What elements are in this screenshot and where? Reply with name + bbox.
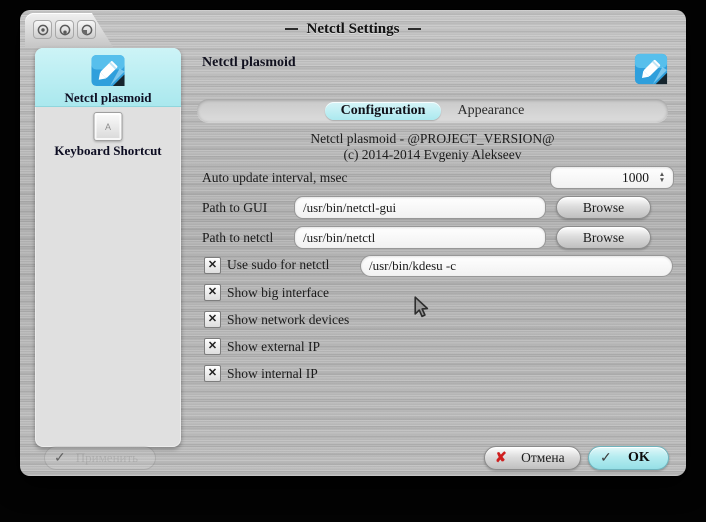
sidebar-item-keyboard-shortcut[interactable]: A Keyboard Shortcut <box>35 106 181 162</box>
netctl-path-input[interactable] <box>294 226 546 249</box>
netctl-path-label: Path to netctl <box>202 230 273 246</box>
pencil-icon <box>90 53 127 93</box>
show-external-ip-checkbox[interactable]: ✕ <box>204 338 221 355</box>
edit-pencil-button[interactable] <box>634 52 668 86</box>
titlebar: Netctl Settings <box>20 10 686 48</box>
ok-label: OK <box>621 450 657 466</box>
mouse-cursor <box>413 296 429 318</box>
cancel-button[interactable]: ✘ Отмена <box>484 446 581 470</box>
gui-browse-button[interactable]: Browse <box>556 196 651 219</box>
checkbox-x-icon: ✕ <box>208 314 217 325</box>
window-title: Netctl Settings <box>307 21 400 38</box>
cancel-label: Отмена <box>516 450 570 466</box>
gui-path-label: Path to GUI <box>202 200 267 216</box>
title-dash-right <box>408 28 421 30</box>
show-network-devices-label: Show network devices <box>227 312 349 328</box>
apply-button-disabled[interactable]: ✓ Применить <box>44 446 156 470</box>
sidebar-item-netctl-plasmoid[interactable]: Netctl plasmoid <box>35 48 181 107</box>
sidebar: Netctl plasmoid A Keyboard Shortcut <box>35 48 181 447</box>
spin-down-icon[interactable]: ▼ <box>659 178 665 184</box>
tab-appearance[interactable]: Appearance <box>441 102 540 120</box>
tabbar: Configuration Appearance <box>197 99 668 122</box>
sidebar-item-label: Keyboard Shortcut <box>35 143 181 159</box>
apply-label: Применить <box>76 450 138 466</box>
show-big-interface-label: Show big interface <box>227 285 329 301</box>
settings-window: Netctl Settings Netctl plasmoid <box>20 10 686 476</box>
red-x-icon: ✘ <box>495 450 507 467</box>
sudo-label: Use sudo for netctl <box>227 257 329 273</box>
show-big-interface-checkbox[interactable]: ✕ <box>204 284 221 301</box>
pencil-icon <box>634 52 668 86</box>
show-internal-ip-checkbox[interactable]: ✕ <box>204 365 221 382</box>
key-letter: A <box>105 122 111 132</box>
checkbox-x-icon: ✕ <box>208 260 217 271</box>
checkbox-x-icon: ✕ <box>208 341 217 352</box>
interval-label: Auto update interval, msec <box>202 170 347 186</box>
about-line-2: (c) 2014-2014 Evgeniy Alekseev <box>197 147 668 163</box>
check-icon: ✓ <box>54 450 66 467</box>
sudo-checkbox[interactable]: ✕ <box>204 257 221 274</box>
about-line-1: Netctl plasmoid - @PROJECT_VERSION@ <box>197 131 668 147</box>
ok-button[interactable]: ✓ OK <box>588 446 669 470</box>
interval-spinbox[interactable]: 1000 ▲ ▼ <box>550 166 674 189</box>
keyboard-key-icon: A <box>94 112 123 141</box>
checkbox-x-icon: ✕ <box>208 368 217 379</box>
tab-configuration[interactable]: Configuration <box>325 102 442 120</box>
checkbox-x-icon: ✕ <box>208 287 217 298</box>
check-icon: ✓ <box>600 450 612 467</box>
netctl-browse-button[interactable]: Browse <box>556 226 651 249</box>
spinner-arrows[interactable]: ▲ ▼ <box>655 172 673 184</box>
show-network-devices-checkbox[interactable]: ✕ <box>204 311 221 328</box>
title-dash-left <box>285 28 298 30</box>
page-title: Netctl plasmoid <box>202 55 296 71</box>
sidebar-item-label: Netctl plasmoid <box>35 90 181 106</box>
show-external-ip-label: Show external IP <box>227 339 320 355</box>
show-internal-ip-label: Show internal IP <box>227 366 318 382</box>
sudo-command-input[interactable] <box>360 255 673 277</box>
interval-value: 1000 <box>551 170 655 186</box>
gui-path-input[interactable] <box>294 196 546 219</box>
